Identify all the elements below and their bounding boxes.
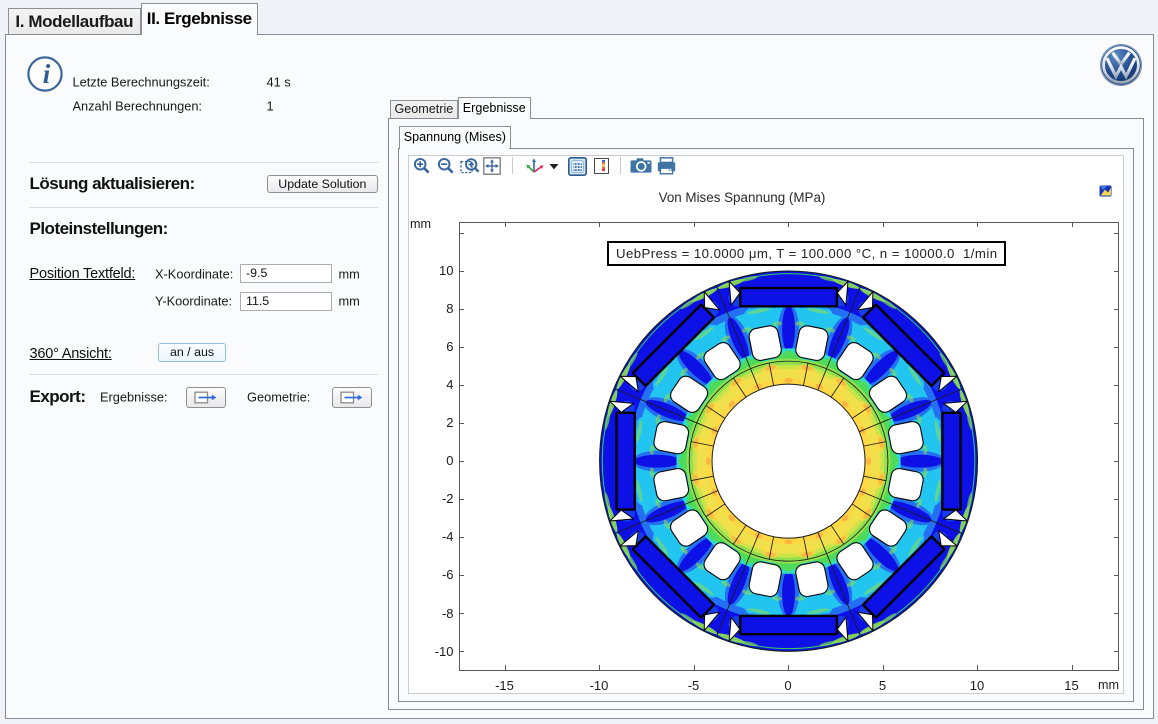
svg-text:i: i [43,59,51,89]
